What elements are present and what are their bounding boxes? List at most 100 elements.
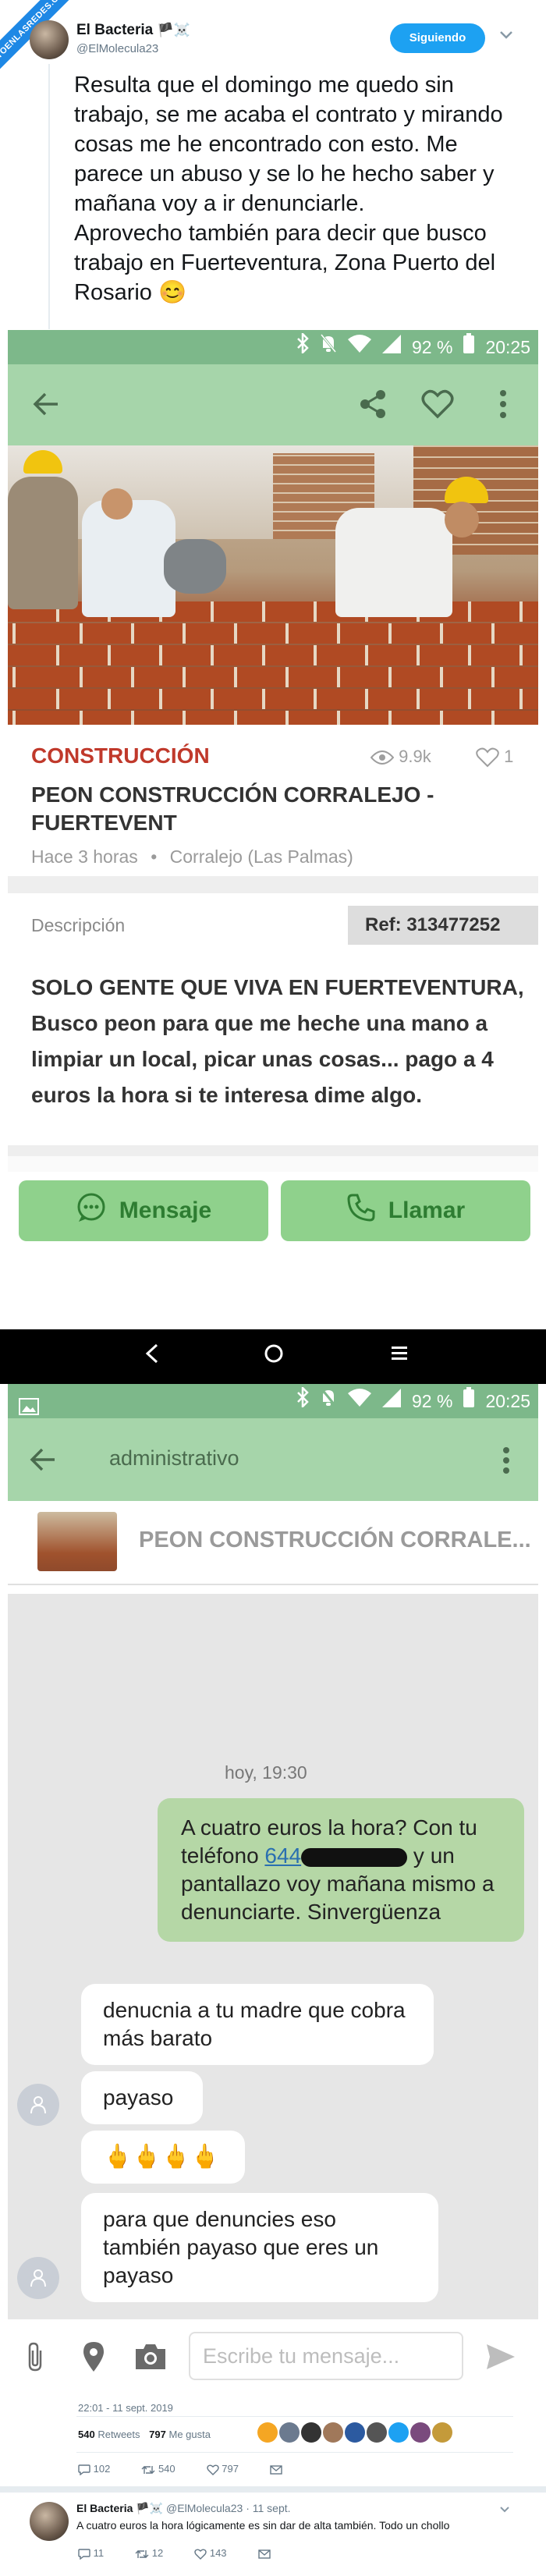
ad-meta: Hace 3 horas • Corralejo (Las Palmas) bbox=[31, 846, 353, 868]
app-bar bbox=[8, 364, 538, 445]
reply-reply-count: 11 bbox=[93, 2547, 105, 2559]
author-flags: 🏴☠️ bbox=[157, 23, 190, 37]
meta-separator: • bbox=[151, 846, 158, 867]
reply-author-flags: 🏴☠️ bbox=[136, 2502, 164, 2514]
reply-like-action[interactable]: 143 bbox=[194, 2547, 227, 2560]
day-separator: hoy, 19:30 bbox=[225, 1762, 307, 1783]
chat-thread: hoy, 19:30 A cuatro euros la hora? Con t… bbox=[8, 1594, 538, 2319]
message-incoming-4[interactable]: para que denuncies eso también payaso qu… bbox=[81, 2193, 438, 2302]
message-input[interactable]: Escribe tu mensaje... bbox=[189, 2332, 463, 2380]
battery-percent-2: 92 % bbox=[412, 1391, 453, 1411]
reply-author-avatar[interactable] bbox=[30, 2502, 69, 2541]
author-avatar[interactable] bbox=[30, 20, 69, 59]
call-button[interactable]: Llamar bbox=[281, 1180, 530, 1241]
reply-actions: 11 12 143 bbox=[78, 2547, 271, 2560]
chat-back-arrow-icon[interactable] bbox=[30, 1446, 56, 1473]
likes-count: 1 bbox=[504, 747, 514, 766]
attach-icon[interactable] bbox=[27, 2341, 44, 2372]
footer-divider bbox=[76, 2416, 513, 2417]
chat-title: administrativo bbox=[109, 1446, 239, 1470]
footer-divider-2 bbox=[76, 2452, 513, 2453]
battery-icon bbox=[463, 330, 475, 364]
likes-counter: 1 bbox=[476, 747, 513, 768]
reply-author-name[interactable]: El Bacteria bbox=[76, 2502, 133, 2514]
message-incoming-1[interactable]: denucnia a tu madre que cobra más barato bbox=[81, 1984, 434, 2065]
back-arrow-icon[interactable] bbox=[33, 391, 59, 417]
nav-home-icon[interactable] bbox=[264, 1343, 284, 1369]
likes-count-total[interactable]: 797 bbox=[149, 2429, 166, 2440]
retweet-count: 540 bbox=[158, 2463, 176, 2475]
liker-avatars[interactable] bbox=[257, 2422, 452, 2443]
tweet-timestamp[interactable]: 22:01 - 11 sept. 2019 bbox=[78, 2402, 173, 2414]
call-button-label: Llamar bbox=[388, 1198, 466, 1223]
contact-avatar-icon-2[interactable] bbox=[17, 2257, 59, 2299]
phone-icon bbox=[346, 1193, 376, 1229]
like-action[interactable]: 797 bbox=[206, 2463, 239, 2475]
reply-date[interactable]: · 11 sept. bbox=[246, 2502, 290, 2514]
chat-ad-title: PEON CONSTRUCCIÓN CORRALE... bbox=[139, 1528, 531, 1552]
tweet-actions: 102 540 797 bbox=[78, 2463, 282, 2475]
wifi-icon-2 bbox=[348, 1384, 371, 1418]
author-handle[interactable]: @ElMolecula23 bbox=[76, 42, 158, 55]
retweets-label: Retweets bbox=[98, 2429, 140, 2440]
camera-icon[interactable] bbox=[134, 2343, 167, 2371]
reply-mail-icon[interactable] bbox=[257, 2547, 271, 2560]
thread-line bbox=[48, 64, 50, 329]
ad-reference-strip[interactable]: PEON CONSTRUCCIÓN CORRALE... bbox=[8, 1501, 538, 1585]
wifi-icon bbox=[348, 330, 371, 364]
chat-app-bar: administrativo bbox=[8, 1418, 538, 1501]
engagement-stats: 540 Retweets 797 Me gusta bbox=[78, 2429, 211, 2440]
ad-photo[interactable] bbox=[8, 445, 538, 725]
favorite-heart-icon[interactable] bbox=[421, 389, 454, 419]
mute-icon-2 bbox=[320, 1384, 337, 1418]
retweets-count[interactable]: 540 bbox=[78, 2429, 95, 2440]
reply-header: El Bacteria 🏴☠️ @ElMolecula23 · 11 sept. bbox=[76, 2502, 291, 2515]
compose-bar: Escribe tu mensaje... bbox=[8, 2319, 538, 2394]
reply-like-count: 143 bbox=[209, 2547, 227, 2559]
send-icon[interactable] bbox=[485, 2343, 516, 2371]
phone-link[interactable]: 644 bbox=[264, 1843, 301, 1868]
message-incoming-3[interactable]: 🖕🖕🖕🖕 bbox=[81, 2131, 245, 2184]
section-divider-2 bbox=[8, 1145, 538, 1156]
reply-retweet-action[interactable]: 12 bbox=[135, 2547, 163, 2560]
battery-percent: 92 % bbox=[412, 337, 453, 357]
signal-icon-2 bbox=[382, 1384, 401, 1418]
share-icon[interactable] bbox=[359, 389, 387, 419]
ad-title: PEON CONSTRUCCIÓN CORRALEJO - FUERTEVENT bbox=[31, 782, 434, 835]
author-name[interactable]: El Bacteria 🏴☠️ bbox=[76, 22, 190, 39]
content-fade bbox=[8, 1156, 538, 1172]
contact-avatar-icon[interactable] bbox=[17, 2084, 59, 2126]
reference-badge: Ref: 313477252 bbox=[348, 906, 538, 945]
phone-redaction bbox=[301, 1847, 408, 1867]
ad-thumbnail bbox=[37, 1512, 117, 1571]
mute-icon bbox=[320, 330, 337, 364]
chevron-down-icon[interactable] bbox=[499, 30, 513, 44]
status-bar-2: 92 % 20:25 bbox=[8, 1384, 538, 1418]
nav-back-icon[interactable] bbox=[144, 1343, 160, 1369]
more-vert-icon[interactable] bbox=[499, 389, 507, 419]
reply-reply-action[interactable]: 11 bbox=[78, 2547, 104, 2560]
following-button[interactable]: Siguiendo bbox=[390, 23, 485, 53]
reply-retweet-count: 12 bbox=[151, 2547, 164, 2559]
tweet-text: Resulta que el domingo me quedo sin trab… bbox=[74, 73, 503, 305]
message-outgoing[interactable]: A cuatro euros la hora? Con tu teléfono … bbox=[158, 1798, 524, 1942]
reply-separator bbox=[0, 2486, 546, 2493]
clock-2: 20:25 bbox=[485, 1391, 530, 1411]
ad-description: SOLO GENTE QUE VIVA EN FUERTEVENTURA, Bu… bbox=[31, 975, 530, 1107]
clock: 20:25 bbox=[485, 337, 530, 357]
location-pin-icon[interactable] bbox=[83, 2341, 105, 2372]
reply-action[interactable]: 102 bbox=[78, 2463, 110, 2475]
message-button[interactable]: Mensaje bbox=[19, 1180, 268, 1241]
signal-icon bbox=[382, 330, 401, 364]
day-label: hoy, 19:30 bbox=[225, 1762, 307, 1783]
likes-label: Me gusta bbox=[168, 2429, 211, 2440]
retweet-action[interactable]: 540 bbox=[141, 2463, 176, 2475]
reply-handle[interactable]: @ElMolecula23 bbox=[166, 2502, 243, 2514]
reply-count: 102 bbox=[93, 2463, 111, 2475]
message-incoming-2[interactable]: payaso bbox=[81, 2071, 203, 2124]
mail-icon[interactable] bbox=[270, 2463, 282, 2475]
description-label: Descripción bbox=[31, 915, 126, 935]
reply-chevron-down-icon[interactable] bbox=[499, 2503, 510, 2517]
chat-more-vert-icon[interactable] bbox=[502, 1446, 510, 1474]
nav-recents-icon[interactable] bbox=[390, 1343, 409, 1368]
